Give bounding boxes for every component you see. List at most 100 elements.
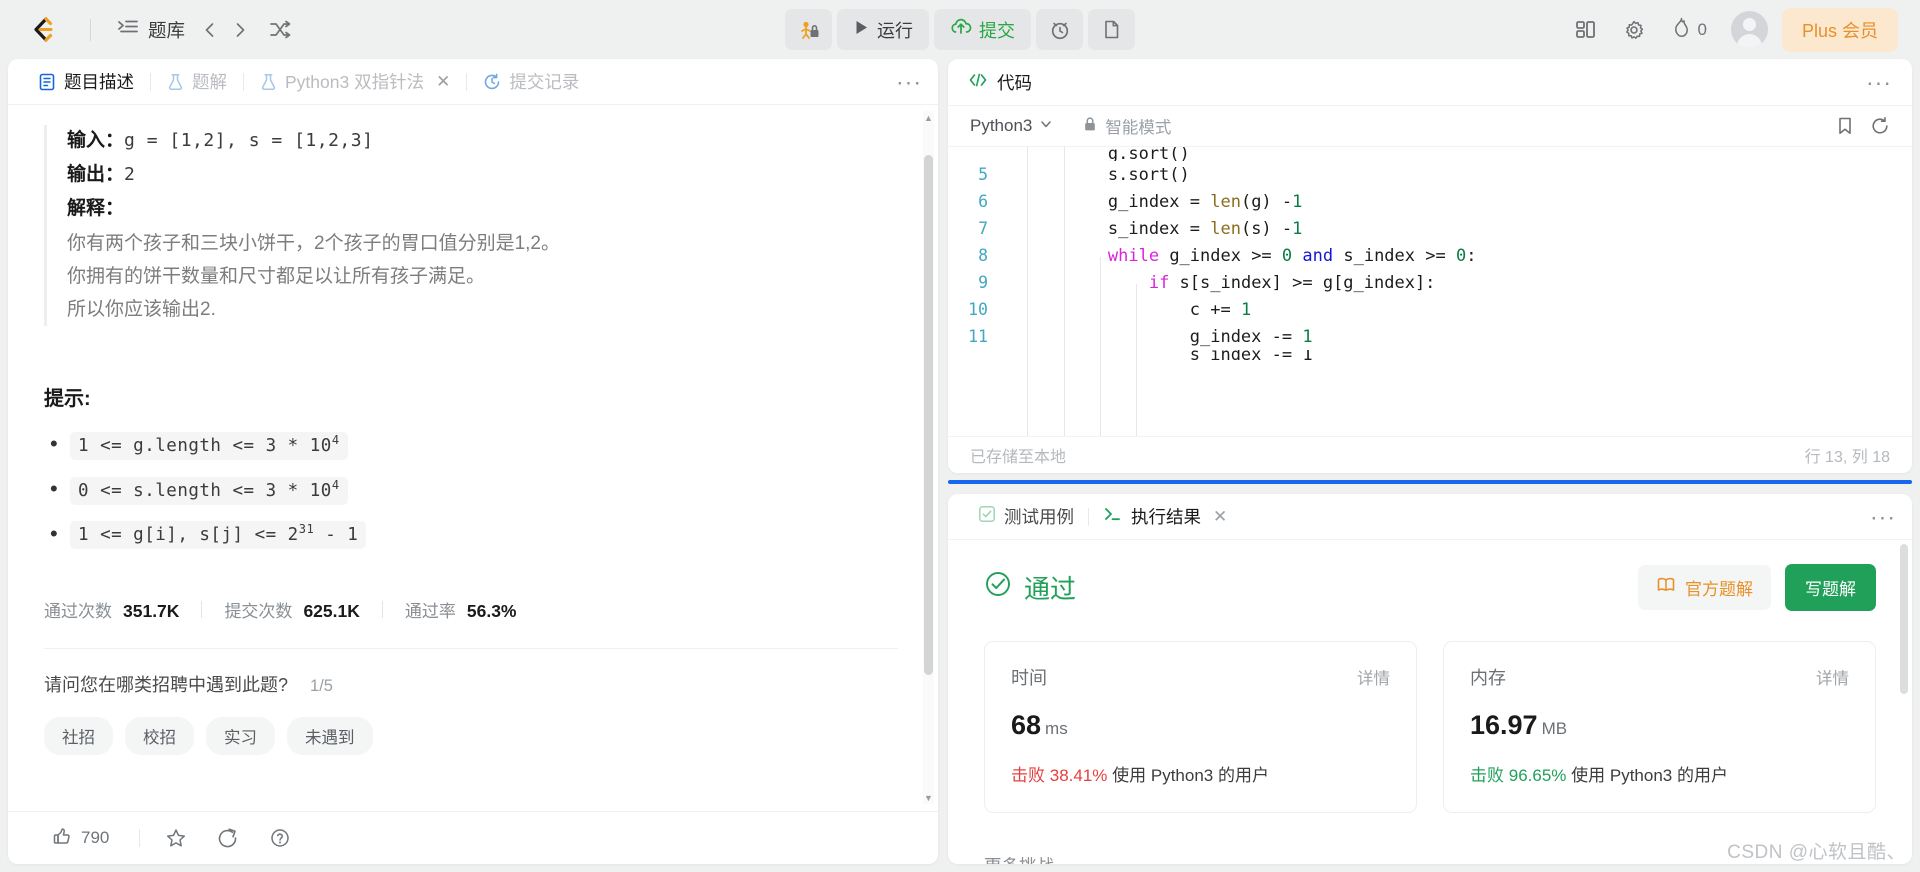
- star-icon[interactable]: [162, 824, 190, 852]
- code-text: g.sort(): [1026, 147, 1190, 161]
- code-text: s_index = len(s) -1: [1026, 218, 1303, 239]
- runtime-card: 时间 详情 68 ms 击败 38.41% 使用 Python3 的用户: [984, 641, 1417, 813]
- scroll-down-arrow-icon[interactable]: ▼: [923, 791, 934, 804]
- problemset-button[interactable]: 题库: [107, 10, 195, 49]
- run-button[interactable]: 运行: [837, 9, 929, 50]
- survey-progress: 1/5: [310, 677, 333, 696]
- settings-gear-icon[interactable]: [1614, 10, 1654, 50]
- beat-label: 击败: [1011, 766, 1045, 785]
- timer-button[interactable]: [1036, 9, 1083, 50]
- code-line: 5 s.sort(): [948, 161, 1912, 188]
- stat-label: 通过率: [404, 602, 456, 622]
- reset-icon[interactable]: [1870, 116, 1890, 136]
- tab-python3-two-pointers[interactable]: Python3 双指针法 ✕: [248, 64, 462, 99]
- indent-guide: [1100, 257, 1101, 436]
- nav-divider: [90, 18, 91, 41]
- survey-section: 请问您在哪类招聘中遇到此题? 1/5 社招 校招 实习 未遇到: [44, 649, 898, 756]
- leetcode-logo-icon[interactable]: [26, 13, 60, 47]
- tab-testcases[interactable]: 测试用例: [968, 500, 1084, 533]
- smart-mode-label: 智能模式: [1105, 119, 1172, 137]
- code-panel-more-button[interactable]: ···: [1866, 70, 1892, 94]
- shuffle-button[interactable]: [265, 15, 295, 45]
- beat-percent: 96.65%: [1508, 766, 1567, 785]
- code-line: 6 g_index = len(g) -1: [948, 188, 1912, 215]
- debug-button[interactable]: [785, 9, 832, 50]
- line-number: 9: [978, 273, 988, 292]
- survey-question: 请问您在哪类招聘中遇到此题?: [44, 675, 289, 696]
- code-text: while g_index >= 0 and s_index >= 0:: [1107, 245, 1477, 266]
- result-panel: 测试用例 执行结果 ✕ ··· 通过 官方题解 写题解 时间 详情 68 ms …: [948, 494, 1912, 864]
- card-value: 68: [1011, 710, 1042, 740]
- main-content-area: 题目描述 题解 Python3 双指针法 ✕ 提交记录 ··· 输入：g = […: [0, 59, 1920, 872]
- bookmark-icon[interactable]: [1836, 116, 1854, 136]
- plus-label: Plus 会员: [1801, 20, 1878, 41]
- survey-option-社招[interactable]: 社招: [44, 717, 113, 756]
- scroll-up-arrow-icon[interactable]: ▲: [923, 111, 934, 124]
- description-icon: [38, 73, 56, 91]
- panel-resize-handle[interactable]: [948, 480, 1912, 484]
- tab-solutions[interactable]: 题解: [155, 64, 239, 99]
- streak-counter[interactable]: 0: [1662, 11, 1717, 49]
- code-panel-title: 代码: [997, 72, 1032, 93]
- hint-item: 0 <= s.length <= 3 * 104: [44, 476, 898, 505]
- survey-options: 社招 校招 实习 未遇到: [44, 717, 898, 756]
- plus-membership-button[interactable]: Plus 会员: [1781, 7, 1898, 52]
- write-solution-button[interactable]: 写题解: [1785, 564, 1876, 611]
- tab-submissions[interactable]: 提交记录: [471, 64, 591, 99]
- problem-scrollbar[interactable]: ▲ ▼: [923, 111, 934, 804]
- indent-guide: [1064, 147, 1065, 436]
- question-circle-icon[interactable]: [266, 824, 294, 852]
- tab-problem-description[interactable]: 题目描述: [26, 64, 146, 99]
- note-button[interactable]: [1088, 9, 1135, 50]
- card-beat-row: 击败 96.65% 使用 Python3 的用户: [1470, 761, 1849, 786]
- card-detail-link[interactable]: 详情: [1816, 665, 1849, 689]
- chevron-down-icon: [1039, 116, 1053, 136]
- submit-button[interactable]: 提交: [934, 9, 1031, 50]
- scrollbar-thumb[interactable]: [1900, 544, 1908, 694]
- example-explain-label: 解释：: [67, 198, 125, 219]
- stat-label: 通过次数: [44, 602, 112, 622]
- official-solution-button[interactable]: 官方题解: [1638, 565, 1771, 610]
- example-output-line: 输出：2: [67, 159, 898, 191]
- indent-guide: [1027, 147, 1028, 436]
- next-problem-button[interactable]: [225, 15, 255, 45]
- line-number: 11: [968, 327, 988, 346]
- layout-button[interactable]: [1566, 10, 1606, 50]
- tab-execution-result[interactable]: 执行结果 ✕: [1093, 500, 1237, 533]
- verdict-row: 通过 官方题解 写题解: [984, 564, 1876, 611]
- result-tab-more-button[interactable]: ···: [1870, 505, 1896, 528]
- user-avatar[interactable]: [1730, 11, 1768, 48]
- list-icon: [117, 16, 139, 43]
- streak-count: 0: [1697, 19, 1707, 39]
- card-detail-link[interactable]: 详情: [1357, 665, 1390, 689]
- close-icon[interactable]: ✕: [436, 72, 450, 92]
- language-label: Python3: [970, 116, 1033, 135]
- scrollbar-thumb[interactable]: [924, 155, 933, 675]
- result-scrollbar[interactable]: [1899, 544, 1909, 858]
- language-selector[interactable]: Python3: [970, 116, 1053, 136]
- survey-option-校招[interactable]: 校招: [125, 717, 194, 756]
- survey-option-未遇到[interactable]: 未遇到: [287, 717, 373, 756]
- code-editor-area[interactable]: g.sort() 5 s.sort() 6 g_index = len(g) -…: [948, 147, 1912, 436]
- stat-value: 56.3%: [466, 601, 517, 622]
- tab-divider: [1088, 507, 1089, 526]
- problemset-label: 题库: [148, 19, 186, 41]
- survey-option-实习[interactable]: 实习: [206, 717, 275, 756]
- stat-accepted: 通过次数 351.7K: [44, 597, 179, 622]
- lock-icon: [1083, 116, 1097, 137]
- history-icon: [483, 73, 501, 91]
- run-label: 运行: [877, 20, 913, 41]
- stat-divider: [381, 601, 383, 619]
- share-icon[interactable]: [214, 824, 242, 852]
- prev-problem-button[interactable]: [195, 15, 225, 45]
- more-challenges-title: 更多挑战: [984, 853, 1876, 864]
- checkbox-icon: [978, 505, 996, 528]
- flask-icon: [167, 73, 184, 91]
- card-value-row: 68 ms: [1011, 710, 1390, 741]
- code-toolbar-right: [1836, 116, 1890, 136]
- like-button[interactable]: 790: [44, 821, 117, 856]
- verdict-status: 通过: [984, 569, 1076, 606]
- smart-mode-toggle[interactable]: 智能模式: [1083, 114, 1171, 138]
- problem-tab-more-button[interactable]: ···: [896, 70, 922, 93]
- close-icon[interactable]: ✕: [1213, 507, 1227, 527]
